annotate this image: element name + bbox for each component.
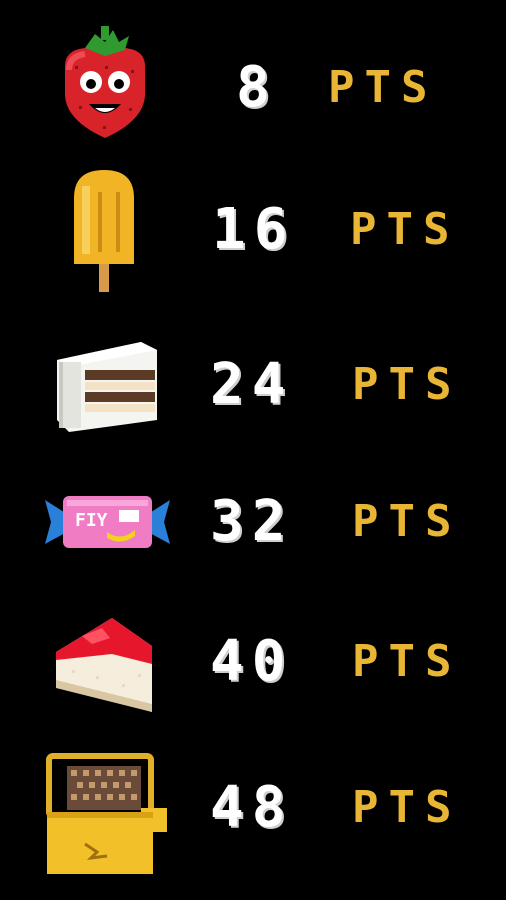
radio-icon xyxy=(45,752,170,877)
strawberry-icon xyxy=(55,26,155,141)
cheesecake-icon xyxy=(52,614,157,714)
popsicle-icon xyxy=(68,168,140,293)
score-row-popsicle: 16 PTS xyxy=(0,160,506,300)
candy-icon: FIY xyxy=(45,492,170,552)
score-row-strawberry: 8 PTS xyxy=(0,18,506,158)
points-unit-label: PTS xyxy=(352,636,462,687)
points-unit-label: PTS xyxy=(352,782,462,833)
points-unit-label: PTS xyxy=(350,204,460,255)
points-value: 16 xyxy=(212,197,296,262)
points-unit-label: PTS xyxy=(352,496,462,547)
points-value: 40 xyxy=(210,629,294,694)
score-row-cheesecake: 40 PTS xyxy=(0,592,506,732)
points-value: 48 xyxy=(210,775,294,840)
score-row-radio: 48 PTS xyxy=(0,738,506,878)
points-unit-label: PTS xyxy=(328,62,438,113)
svg-text:FIY: FIY xyxy=(75,510,108,531)
cake-slice-icon xyxy=(55,340,160,435)
score-row-cake-slice: 24 PTS xyxy=(0,315,506,455)
score-row-candy: FIY 32 PTS xyxy=(0,452,506,592)
points-value: 8 xyxy=(236,55,278,120)
points-unit-label: PTS xyxy=(352,359,462,410)
points-value: 24 xyxy=(210,352,294,417)
points-value: 32 xyxy=(210,489,294,554)
